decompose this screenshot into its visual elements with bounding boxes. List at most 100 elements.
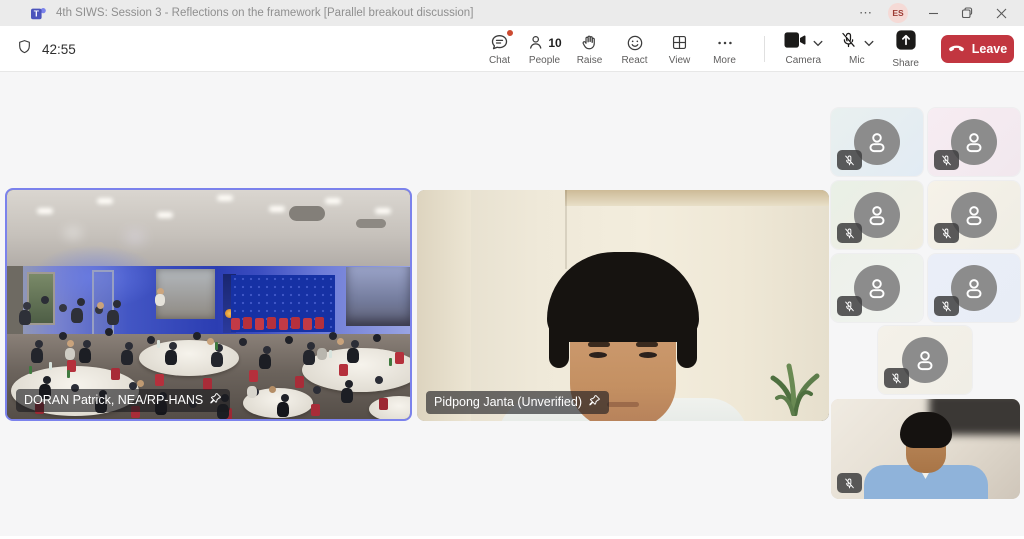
chat-icon <box>489 32 510 53</box>
pin-icon <box>209 392 222 409</box>
security-shield-icon <box>16 38 33 61</box>
participant-tile[interactable] <box>831 108 923 176</box>
mic-button[interactable]: Mic <box>831 26 882 72</box>
window-titlebar: T 4th SIWS: Session 3 - Reflections on t… <box>0 0 1024 26</box>
people-count: 10 <box>548 36 561 50</box>
share-button-label: Share <box>892 58 919 69</box>
camera-button-label: Camera <box>786 55 822 66</box>
mic-chevron-down-icon[interactable] <box>864 34 874 52</box>
more-button-label: More <box>713 55 736 66</box>
participant-name-tag: Pidpong Janta (Unverified) <box>426 391 609 414</box>
wall-corner-shadow <box>565 190 567 269</box>
people-button[interactable]: 10 People <box>522 26 567 72</box>
wall-left-panel <box>417 190 471 421</box>
participant-tile[interactable] <box>878 326 972 394</box>
toolbar-divider <box>764 36 765 62</box>
press-backdrop <box>231 275 336 332</box>
mic-muted-badge <box>884 368 909 388</box>
chat-button[interactable]: Chat <box>477 26 522 72</box>
participant-tile[interactable] <box>831 181 923 249</box>
round-table <box>243 388 313 418</box>
chat-button-label: Chat <box>489 55 510 66</box>
person-hair <box>547 252 699 342</box>
teams-logo-icon: T <box>30 5 47 22</box>
chat-notification-dot <box>507 30 513 36</box>
participant-tile[interactable] <box>928 108 1020 176</box>
conference-room-video <box>7 190 410 419</box>
projection-screen-left <box>156 269 214 319</box>
window-curtain <box>7 266 23 337</box>
account-badge[interactable]: ES <box>888 3 908 23</box>
mic-muted-badge <box>934 223 959 243</box>
camera-chevron-down-icon[interactable] <box>813 34 823 52</box>
raise-button-label: Raise <box>577 55 603 66</box>
participant-name: DORAN Patrick, NEA/RP-HANS <box>24 393 203 408</box>
leave-button[interactable]: Leave <box>941 35 1014 63</box>
houseplant <box>765 354 823 421</box>
person-eyebrow <box>636 342 658 347</box>
view-button[interactable]: View <box>657 26 702 72</box>
view-button-label: View <box>669 55 691 66</box>
room-window <box>27 272 55 325</box>
more-button[interactable]: More <box>702 26 747 72</box>
leave-hangup-icon <box>948 42 965 56</box>
pin-icon <box>588 394 601 411</box>
share-button[interactable]: Share <box>882 26 929 72</box>
participant-tile[interactable] <box>928 254 1020 322</box>
projection-screen-right <box>346 267 410 327</box>
leave-button-label: Leave <box>972 42 1007 56</box>
meeting-timer: 42:55 <box>42 42 76 57</box>
wall-molding <box>565 190 829 206</box>
people-icon: 10 <box>527 32 561 53</box>
mic-muted-badge <box>837 473 862 493</box>
mic-muted-badge <box>934 150 959 170</box>
mic-muted-badge <box>837 150 862 170</box>
react-smiley-icon <box>625 32 645 53</box>
participant-video-tile[interactable] <box>831 399 1020 499</box>
window-title: 4th SIWS: Session 3 - Reflections on the… <box>56 7 473 19</box>
table-bottles <box>7 190 10 198</box>
participant-name: Pidpong Janta (Unverified) <box>434 395 582 410</box>
person-eye <box>639 352 657 358</box>
participant-name-tag: DORAN Patrick, NEA/RP-HANS <box>16 389 230 412</box>
toolbar-device-buttons: Camera Mic Share Leave <box>764 26 1014 72</box>
maximize-button[interactable] <box>950 0 984 26</box>
raise-button[interactable]: Raise <box>567 26 612 72</box>
pinned-video-tile-webcam[interactable]: Pidpong Janta (Unverified) <box>417 190 829 421</box>
round-table <box>139 340 239 376</box>
ceiling-projector <box>289 206 325 221</box>
person-eye <box>589 352 607 358</box>
webcam-video <box>417 190 829 421</box>
camera-button[interactable]: Camera <box>775 26 831 72</box>
room-door <box>92 270 114 336</box>
person-eyebrow <box>588 342 610 347</box>
round-table <box>369 396 412 421</box>
people-button-label: People <box>529 55 560 66</box>
mic-muted-badge <box>837 296 862 316</box>
person-mouth <box>607 402 639 407</box>
minimize-button[interactable] <box>916 0 950 26</box>
react-button[interactable]: React <box>612 26 657 72</box>
meeting-stage: DORAN Patrick, NEA/RP-HANS Pidpong Janta… <box>0 72 1024 536</box>
meeting-timer-group: 42:55 <box>16 26 76 72</box>
titlebar-more-button[interactable]: ⋯ <box>852 5 880 21</box>
svg-text:T: T <box>34 8 40 18</box>
meeting-toolbar: 42:55 Chat 10 People Raise <box>0 26 1024 72</box>
participant-tile[interactable] <box>928 181 1020 249</box>
person-hair <box>900 412 952 448</box>
react-button-label: React <box>621 55 647 66</box>
camera-icon <box>783 31 807 54</box>
more-ellipsis-icon <box>715 32 735 53</box>
participant-tile[interactable] <box>831 254 923 322</box>
toolbar-center-buttons: Chat 10 People Raise React View <box>477 26 747 72</box>
round-table <box>302 348 412 392</box>
view-grid-icon <box>670 32 689 53</box>
mic-muted-icon <box>839 30 858 55</box>
mic-muted-badge <box>837 223 862 243</box>
pinned-video-tile-conference-room[interactable]: DORAN Patrick, NEA/RP-HANS <box>5 188 412 421</box>
raise-hand-icon <box>580 32 599 53</box>
mic-muted-badge <box>934 296 959 316</box>
mic-button-label: Mic <box>849 55 865 66</box>
share-screen-icon <box>895 29 917 56</box>
close-button[interactable] <box>984 0 1018 26</box>
